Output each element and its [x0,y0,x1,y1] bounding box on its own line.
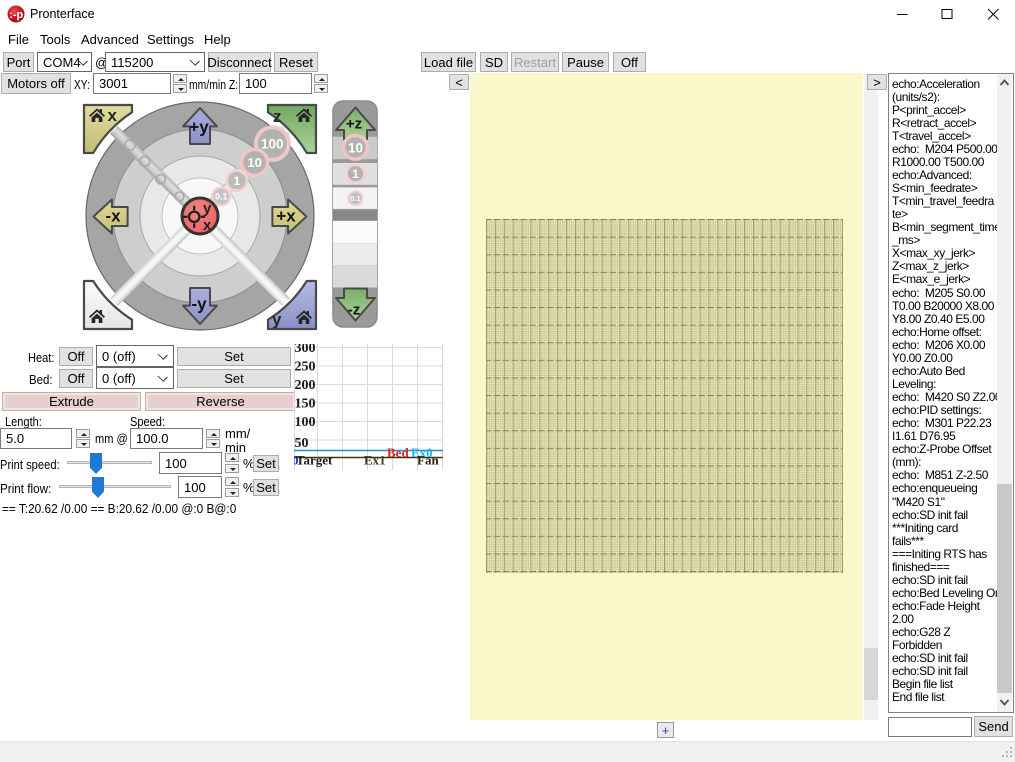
svg-text:y: y [272,310,282,329]
svg-text:+x: +x [276,207,296,226]
svg-text:x: x [108,106,118,125]
svg-text:Ex1: Ex1 [364,453,386,468]
svg-text:50: 50 [295,436,309,451]
svg-text:300: 300 [295,344,316,356]
svg-text:Target: Target [296,453,333,468]
svg-text:+y: +y [189,118,209,137]
svg-text:100: 100 [261,137,284,152]
svg-text:1: 1 [233,174,240,188]
svg-text:x: x [203,217,212,234]
svg-text:10: 10 [247,155,261,170]
svg-text:200: 200 [295,378,316,393]
svg-text:+z: +z [346,116,362,133]
svg-text:10: 10 [348,140,363,155]
svg-text:0.1: 0.1 [215,192,228,202]
svg-text:250: 250 [295,360,316,375]
svg-text:0.1: 0.1 [350,194,360,203]
svg-text:y: y [203,200,212,217]
svg-text:1: 1 [352,167,359,181]
svg-text:Fan: Fan [417,453,439,468]
svg-text:z: z [273,107,282,126]
svg-text:-z: -z [348,302,361,319]
svg-text::-p: :-p [9,9,23,21]
svg-text:-y: -y [191,295,207,314]
svg-text:Bed: Bed [387,445,409,460]
svg-text:100: 100 [295,415,316,430]
svg-text:150: 150 [295,397,316,412]
svg-text:-x: -x [105,207,121,226]
